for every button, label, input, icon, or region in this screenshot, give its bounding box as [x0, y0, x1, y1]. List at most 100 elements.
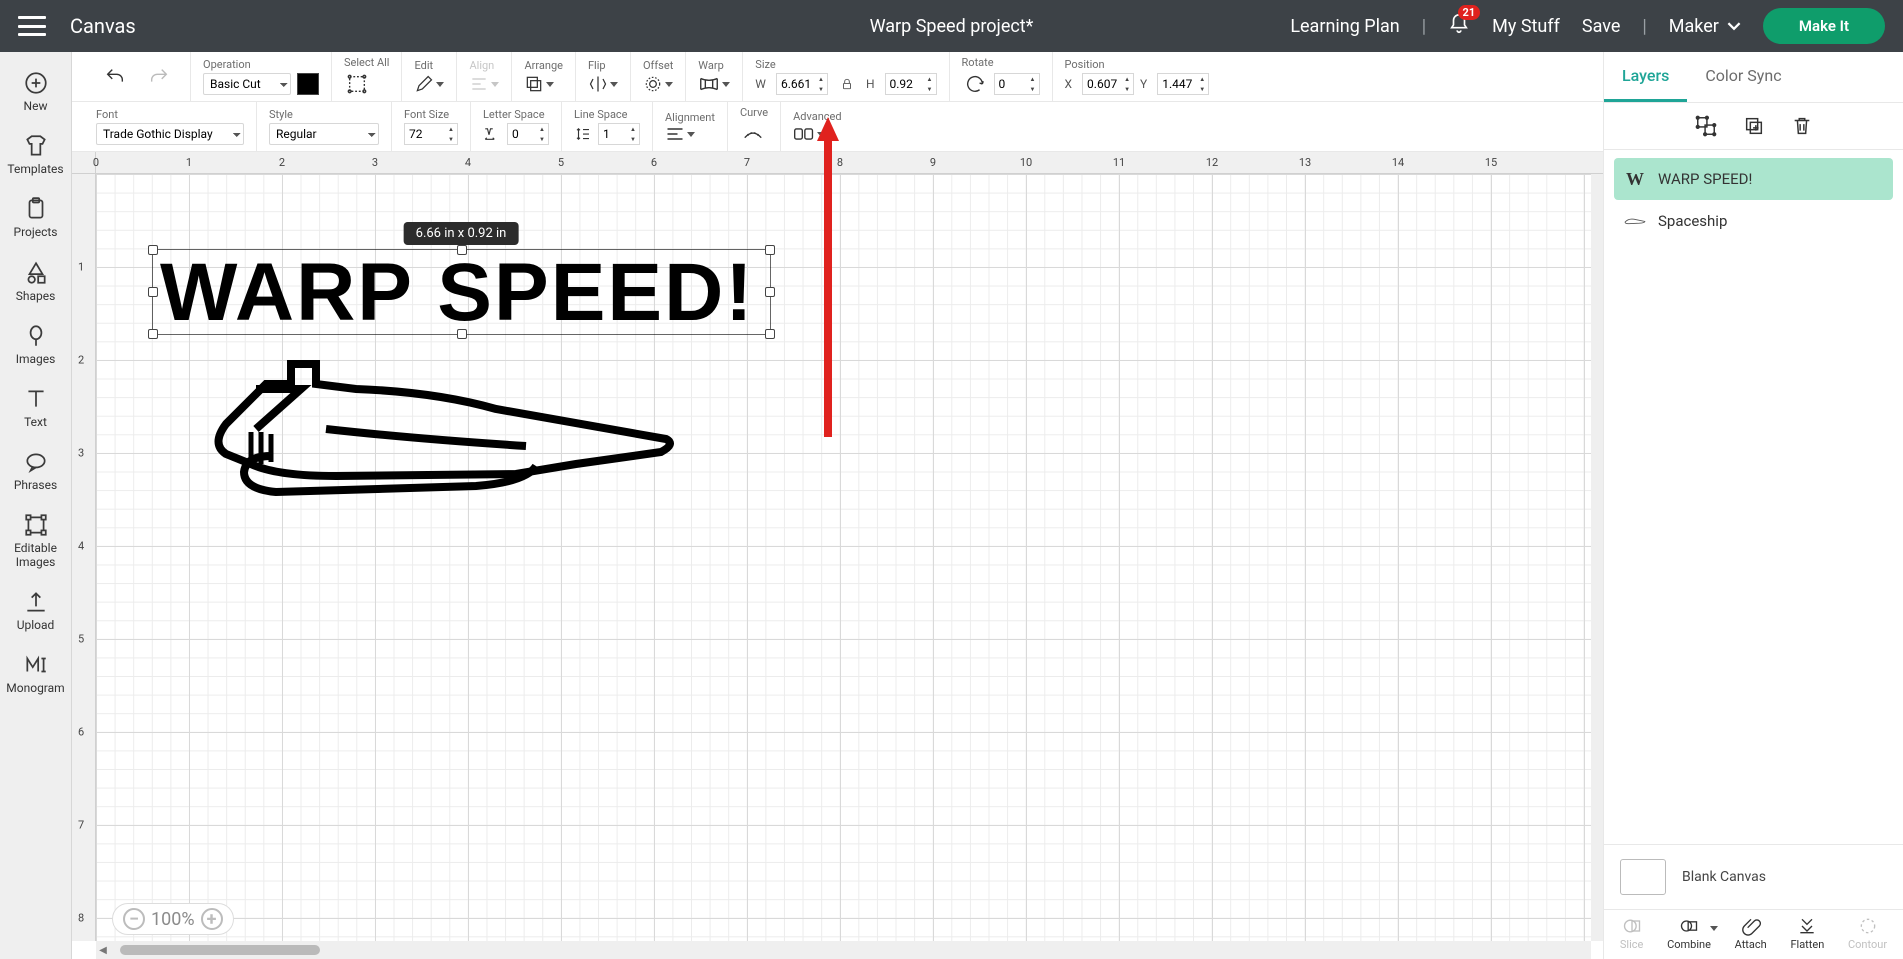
letter-space-label: Letter Space: [483, 108, 549, 121]
stepper-down[interactable]: ▼: [924, 84, 936, 94]
stepper-down[interactable]: ▼: [536, 134, 548, 144]
nav-editable-images[interactable]: Editable Images: [0, 502, 71, 578]
group-icon[interactable]: [1695, 115, 1717, 137]
stepper-up[interactable]: ▲: [1196, 74, 1208, 84]
notifications-button[interactable]: 21: [1448, 13, 1470, 40]
stepper-up[interactable]: ▲: [536, 124, 548, 134]
ruler-tick: 7: [78, 819, 84, 832]
action-combine[interactable]: Combine: [1667, 916, 1711, 951]
stepper-up[interactable]: ▲: [924, 74, 936, 84]
stepper-up[interactable]: ▲: [627, 124, 639, 134]
make-it-button[interactable]: Make It: [1763, 8, 1885, 44]
spaceship-icon: [156, 344, 696, 514]
rotate-button[interactable]: [962, 71, 988, 97]
ruler-tick: 4: [78, 540, 84, 553]
align-label: Align: [469, 59, 499, 72]
resize-handle-e[interactable]: [765, 287, 775, 297]
redo-button[interactable]: [146, 64, 172, 90]
menu-hamburger[interactable]: [18, 16, 46, 36]
ruler-tick: 8: [78, 912, 84, 925]
arrange-dropdown[interactable]: [524, 74, 562, 94]
learning-plan-link[interactable]: Learning Plan: [1290, 16, 1399, 37]
advanced-dropdown[interactable]: [793, 125, 841, 143]
zoom-out-button[interactable]: −: [123, 908, 145, 930]
resize-handle-nw[interactable]: [148, 245, 158, 255]
resize-handle-sw[interactable]: [148, 329, 158, 339]
attach-icon: [1740, 916, 1762, 936]
spaceship-image[interactable]: [156, 344, 696, 518]
save-button[interactable]: Save: [1582, 16, 1621, 37]
layer-item-warp-speed[interactable]: W WARP SPEED!: [1614, 158, 1893, 200]
action-flatten[interactable]: Flatten: [1790, 916, 1824, 951]
layer-item-spaceship[interactable]: Spaceship: [1614, 200, 1893, 242]
nav-new[interactable]: New: [0, 60, 71, 123]
resize-handle-se[interactable]: [765, 329, 775, 339]
action-slice[interactable]: Slice: [1620, 916, 1643, 951]
nav-shapes[interactable]: Shapes: [0, 250, 71, 313]
nav-projects[interactable]: Projects: [0, 186, 71, 249]
alignment-dropdown[interactable]: [665, 126, 715, 142]
canvas-label: Canvas: [70, 14, 136, 38]
edit-dropdown[interactable]: [414, 74, 444, 94]
zoom-in-button[interactable]: +: [201, 908, 223, 930]
nav-templates[interactable]: Templates: [0, 123, 71, 186]
stepper-up[interactable]: ▲: [1121, 74, 1133, 84]
flatten-icon: [1796, 916, 1818, 936]
action-attach[interactable]: Attach: [1735, 916, 1767, 951]
combine-icon: [1678, 916, 1700, 936]
operation-color-swatch[interactable]: [297, 73, 319, 95]
lock-icon[interactable]: [840, 77, 854, 91]
canvas-color-swatch[interactable]: [1620, 859, 1666, 895]
stepper-down[interactable]: ▼: [445, 134, 457, 144]
offset-dropdown[interactable]: [643, 74, 673, 94]
warp-icon: [698, 74, 720, 94]
stepper-down[interactable]: ▼: [815, 84, 827, 94]
delete-icon[interactable]: [1791, 115, 1813, 137]
warp-speed-text[interactable]: WARP SPEED!: [160, 246, 755, 340]
scrollbar-vertical[interactable]: [1591, 174, 1603, 941]
spaceship-thumb-icon: [1624, 215, 1646, 227]
machine-select[interactable]: Maker: [1669, 16, 1741, 37]
size-label: Size: [755, 58, 936, 71]
nav-text[interactable]: Text: [0, 376, 71, 439]
style-select[interactable]: Regular: [269, 123, 379, 145]
undo-button[interactable]: [102, 64, 128, 90]
nav-label: New: [24, 100, 48, 113]
project-title[interactable]: Warp Speed project*: [870, 16, 1034, 37]
align-dropdown[interactable]: [469, 74, 499, 94]
tab-layers[interactable]: Layers: [1604, 52, 1687, 102]
stepper-up[interactable]: ▲: [1027, 74, 1039, 84]
action-contour[interactable]: Contour: [1848, 916, 1887, 951]
rotate-label: Rotate: [962, 56, 1040, 69]
ruler-tick: 14: [1392, 156, 1404, 169]
warp-dropdown[interactable]: [698, 74, 730, 94]
stepper-down[interactable]: ▼: [1027, 84, 1039, 94]
stepper-down[interactable]: ▼: [627, 134, 639, 144]
resize-handle-w[interactable]: [148, 287, 158, 297]
operation-select[interactable]: Basic Cut: [203, 73, 291, 95]
scroll-left-arrow[interactable]: ◀: [96, 945, 110, 956]
flip-dropdown[interactable]: [588, 74, 618, 94]
stepper-up[interactable]: ▲: [445, 124, 457, 134]
nav-phrases[interactable]: Phrases: [0, 439, 71, 502]
select-all-button[interactable]: [344, 71, 370, 97]
nav-upload[interactable]: Upload: [0, 579, 71, 642]
canvas-grid[interactable]: 6.66 in x 0.92 in WARP SPEED!: [96, 174, 1591, 941]
nav-images[interactable]: Images: [0, 313, 71, 376]
duplicate-icon[interactable]: [1743, 115, 1765, 137]
line-space-label: Line Space: [574, 108, 640, 121]
resize-handle-ne[interactable]: [765, 245, 775, 255]
tab-color-sync[interactable]: Color Sync: [1687, 52, 1799, 102]
arrange-icon: [524, 74, 544, 94]
chevron-down-icon: [1727, 19, 1741, 33]
caret-icon: [665, 82, 673, 87]
font-select[interactable]: Trade Gothic Display: [96, 123, 244, 145]
stepper-up[interactable]: ▲: [815, 74, 827, 84]
stepper-down[interactable]: ▼: [1196, 84, 1208, 94]
nav-monogram[interactable]: Monogram: [0, 642, 71, 705]
scrollbar-horizontal[interactable]: ◀: [96, 941, 1591, 959]
curve-button[interactable]: [740, 121, 766, 147]
scrollbar-thumb[interactable]: [120, 945, 320, 955]
stepper-down[interactable]: ▼: [1121, 84, 1133, 94]
my-stuff-link[interactable]: My Stuff: [1492, 16, 1560, 37]
